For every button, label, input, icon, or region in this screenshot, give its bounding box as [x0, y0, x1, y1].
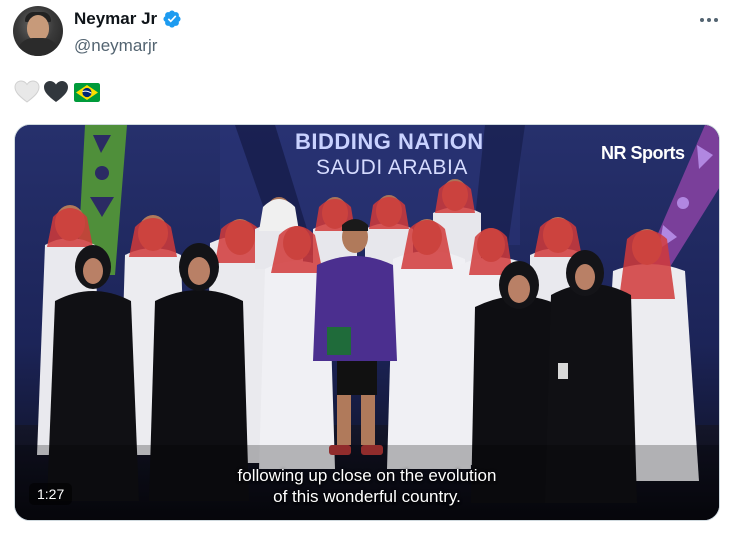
black-heart-icon	[44, 81, 68, 102]
video-player[interactable]: BIDDING NATION SAUDI ARABIA NR Sports fo…	[14, 124, 720, 521]
author-handle[interactable]: @neymarjr	[74, 36, 157, 56]
avatar-body-shape	[17, 38, 59, 56]
brazil-flag-icon	[74, 82, 100, 102]
author-display-name[interactable]: Neymar Jr	[74, 9, 157, 29]
banner-subtitle: SAUDI ARABIA	[316, 156, 468, 179]
tweet-text	[14, 80, 100, 104]
video-frame	[15, 125, 719, 520]
channel-watermark: NR Sports	[601, 143, 685, 163]
more-options-icon[interactable]	[696, 10, 722, 30]
video-duration-badge: 1:27	[29, 483, 73, 505]
verified-badge-icon	[163, 10, 181, 28]
video-caption-line-2: of this wonderful country.	[273, 487, 461, 506]
banner-title: BIDDING NATION	[295, 129, 484, 154]
author-avatar[interactable]	[13, 6, 63, 56]
author-name-row: Neymar Jr	[74, 9, 182, 29]
white-heart-icon	[14, 80, 40, 103]
video-caption-line-1: following up close on the evolution	[237, 466, 497, 485]
